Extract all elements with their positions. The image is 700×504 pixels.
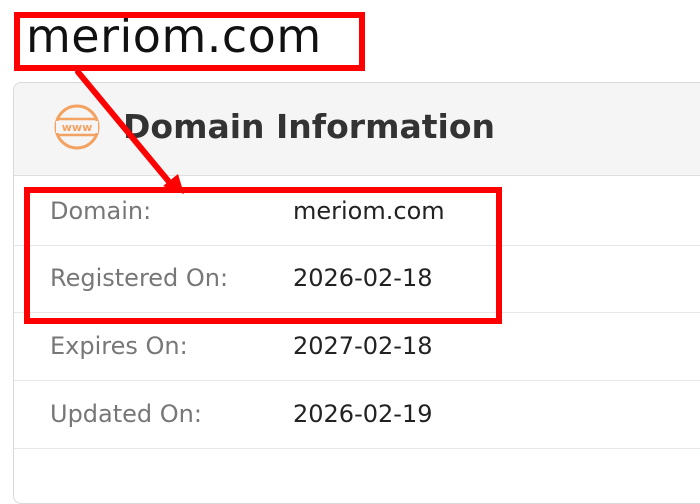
annotation-arrow: [75, 69, 184, 194]
